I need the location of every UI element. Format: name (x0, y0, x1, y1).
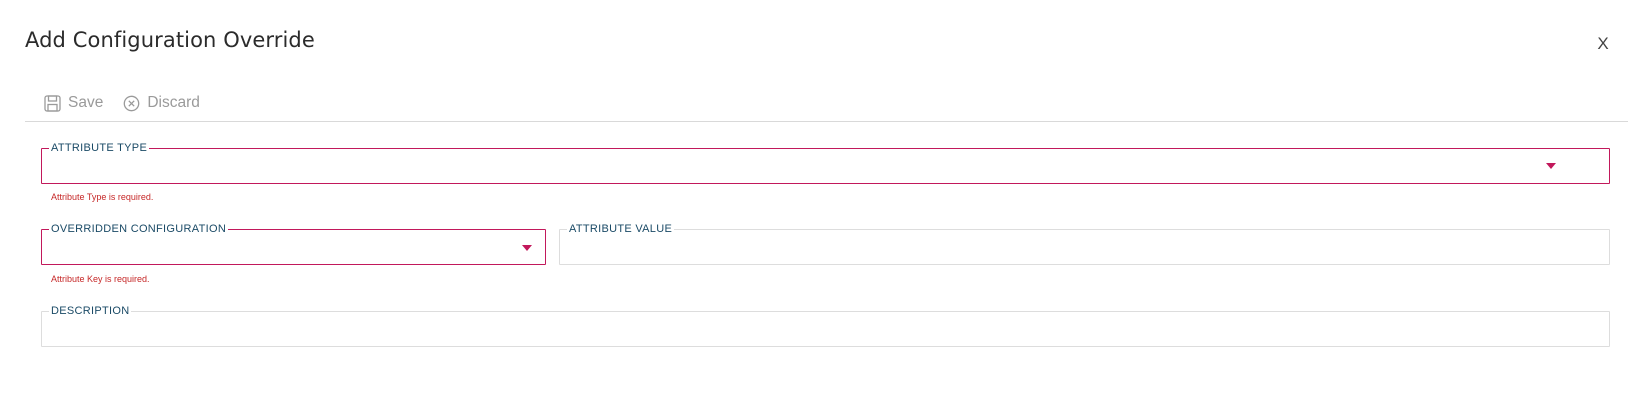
discard-button[interactable]: Discard (123, 94, 200, 112)
discard-icon (123, 95, 140, 111)
add-configuration-override-dialog: Add Configuration Override X Save Discar… (0, 0, 1646, 394)
overridden-configuration-caret-down-icon[interactable] (522, 245, 532, 251)
attribute-type-error: Attribute Type is required. (51, 192, 154, 202)
overridden-configuration-error: Attribute Key is required. (51, 274, 150, 284)
attribute-type-select[interactable]: ATTRIBUTE TYPE (41, 142, 1610, 184)
attribute-type-caret-down-icon[interactable] (1546, 163, 1556, 169)
description-label: DESCRIPTION (51, 305, 130, 317)
toolbar: Save Discard (44, 91, 220, 115)
overridden-configuration-select[interactable]: OVERRIDDEN CONFIGURATION (41, 223, 546, 265)
toolbar-separator (25, 121, 1628, 122)
save-button[interactable]: Save (44, 94, 103, 112)
dialog-title: Add Configuration Override (25, 28, 315, 52)
attribute-type-label: ATTRIBUTE TYPE (51, 142, 148, 154)
description-input[interactable]: DESCRIPTION (41, 305, 1610, 347)
save-icon (44, 94, 61, 112)
attribute-value-input[interactable]: ATTRIBUTE VALUE (559, 223, 1610, 265)
close-button[interactable]: X (1593, 34, 1613, 56)
attribute-value-label: ATTRIBUTE VALUE (569, 223, 673, 235)
overridden-configuration-label: OVERRIDDEN CONFIGURATION (51, 223, 227, 235)
discard-label: Discard (147, 94, 200, 111)
save-label: Save (68, 94, 104, 111)
